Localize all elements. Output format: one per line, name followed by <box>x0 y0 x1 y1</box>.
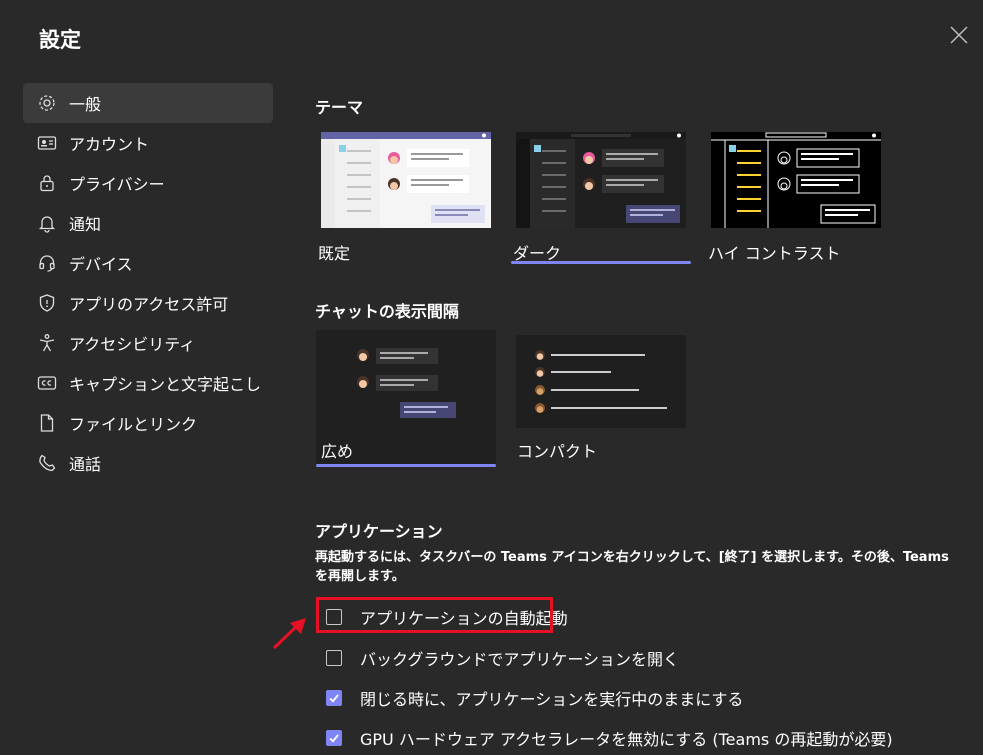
theme-preview-high-contrast <box>711 132 881 228</box>
density-label: 広め <box>321 442 354 461</box>
gear-icon <box>37 93 57 113</box>
theme-option-default[interactable]: 既定 <box>316 126 496 264</box>
sidebar-item-accessibility[interactable]: アクセシビリティ <box>23 323 273 363</box>
sidebar-item-label: ファイルとリンク <box>69 415 198 434</box>
keep-running-option[interactable]: 閉じる時に、アプリケーションを実行中のままにする <box>326 686 743 710</box>
lock-icon <box>37 173 57 193</box>
sidebar-item-label: キャプションと文字起こし <box>69 375 262 394</box>
sidebar-item-account[interactable]: アカウント <box>23 123 273 163</box>
sidebar-item-privacy[interactable]: プライバシー <box>23 163 273 203</box>
settings-sidebar: 一般 アカウント プライバシー 通知 デバイス アプリのアクセス許可 アクセシビ… <box>23 83 273 483</box>
density-label: コンパクト <box>517 442 598 461</box>
checkbox-label: GPU ハードウェア アクセラレータを無効にする (Teams の再起動が必要) <box>360 730 893 749</box>
theme-option-dark[interactable]: ダーク <box>511 126 691 264</box>
sidebar-item-label: プライバシー <box>69 175 165 194</box>
phone-icon <box>37 453 57 473</box>
file-icon <box>37 413 57 433</box>
id-card-icon <box>37 133 57 153</box>
highlight-box <box>316 597 553 633</box>
page-title: 設定 <box>39 28 81 52</box>
sidebar-item-app-permissions[interactable]: アプリのアクセス許可 <box>23 283 273 323</box>
sidebar-item-devices[interactable]: デバイス <box>23 243 273 283</box>
sidebar-item-label: アカウント <box>69 135 150 154</box>
shield-icon <box>37 293 57 313</box>
checkmark-icon <box>329 694 339 703</box>
density-title: チャットの表示間隔 <box>315 302 459 321</box>
sidebar-item-label: 通知 <box>69 215 102 234</box>
restart-note: 再起動するには、タスクバーの Teams アイコンを右クリックして、[終了] を… <box>315 550 949 584</box>
selected-indicator <box>316 464 496 467</box>
sidebar-item-label: 通話 <box>69 455 102 474</box>
sidebar-item-calls[interactable]: 通話 <box>23 443 273 483</box>
red-arrow-icon <box>272 618 306 650</box>
keep-running-checkbox[interactable] <box>326 690 342 706</box>
sidebar-item-captions[interactable]: キャプションと文字起こし <box>23 363 273 403</box>
sidebar-item-label: アクセシビリティ <box>69 335 196 354</box>
checkbox-label: バックグラウンドでアプリケーションを開く <box>360 650 680 669</box>
density-option-compact[interactable]: コンパクト <box>516 335 686 462</box>
density-preview-comfy: 広め <box>316 330 496 464</box>
application-title: アプリケーション <box>315 522 443 541</box>
open-in-background-option[interactable]: バックグラウンドでアプリケーションを開く <box>326 646 679 670</box>
density-preview-compact <box>516 335 686 428</box>
accessibility-icon <box>37 333 57 353</box>
sidebar-item-label: デバイス <box>69 255 133 274</box>
open-in-background-checkbox[interactable] <box>326 650 342 666</box>
close-icon[interactable] <box>948 24 970 46</box>
bell-icon <box>37 213 57 233</box>
theme-preview-dark <box>516 132 686 228</box>
checkmark-icon <box>329 734 339 743</box>
sidebar-item-label: 一般 <box>69 95 102 114</box>
sidebar-item-notifications[interactable]: 通知 <box>23 203 273 243</box>
checkbox-label: 閉じる時に、アプリケーションを実行中のままにする <box>360 690 744 709</box>
theme-preview-default <box>321 132 491 228</box>
theme-option-high-contrast[interactable]: ハイ コントラスト <box>706 126 886 264</box>
sidebar-item-files-links[interactable]: ファイルとリンク <box>23 403 273 443</box>
sidebar-item-label: アプリのアクセス許可 <box>69 295 229 314</box>
theme-label: 既定 <box>318 244 351 263</box>
disable-gpu-option[interactable]: GPU ハードウェア アクセラレータを無効にする (Teams の再起動が必要) <box>326 726 893 750</box>
theme-label: ハイ コントラスト <box>708 244 841 263</box>
headset-icon <box>37 253 57 273</box>
disable-gpu-checkbox[interactable] <box>326 730 342 746</box>
sidebar-item-general[interactable]: 一般 <box>23 83 273 123</box>
selected-indicator <box>511 261 691 264</box>
theme-title: テーマ <box>315 98 364 117</box>
density-option-comfy[interactable]: 広め <box>316 330 496 467</box>
cc-icon <box>37 373 57 393</box>
